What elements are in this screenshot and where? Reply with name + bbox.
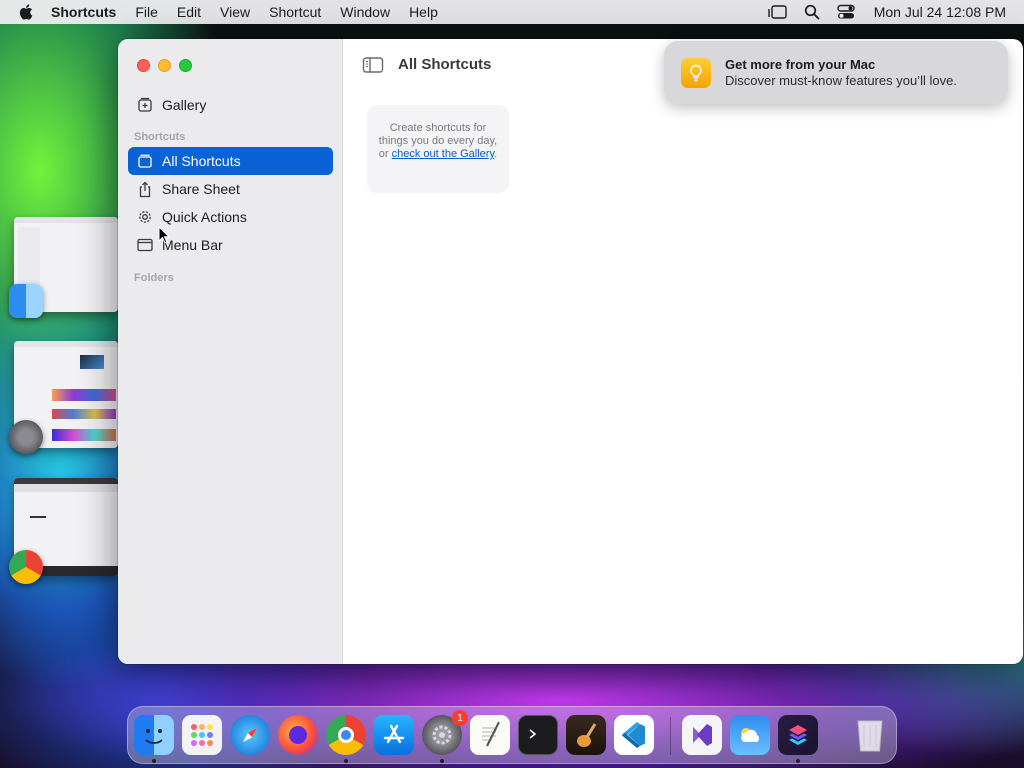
- sidebar-item-label: Gallery: [162, 97, 207, 113]
- trash-dock-icon[interactable]: [850, 715, 890, 755]
- textedit-dock-icon[interactable]: [470, 715, 510, 755]
- menu-shortcut[interactable]: Shortcut: [269, 4, 321, 20]
- sidebar-item-all-shortcuts[interactable]: All Shortcuts: [128, 147, 333, 175]
- apple-logo-icon[interactable]: [18, 3, 36, 21]
- zoom-window-button[interactable]: [179, 59, 192, 72]
- menu-help[interactable]: Help: [409, 4, 438, 20]
- menubar-icon: [136, 236, 154, 254]
- launchpad-dock-icon[interactable]: [182, 715, 222, 755]
- gear-icon: [136, 208, 154, 226]
- gallery-link[interactable]: check out the Gallery: [392, 148, 495, 160]
- sidebar: Gallery Shortcuts All Shortcuts Share Sh…: [118, 39, 343, 664]
- menu-bar-clock[interactable]: Mon Jul 24 12:08 PM: [874, 4, 1006, 20]
- menu-edit[interactable]: Edit: [177, 4, 201, 20]
- notification-title: Get more from your Mac: [725, 57, 876, 72]
- system-settings-stage-icon: [9, 420, 43, 454]
- finder-stage-icon: [9, 284, 43, 318]
- system-settings-dock-icon[interactable]: 1: [422, 710, 468, 755]
- weather-dock-icon[interactable]: [730, 715, 770, 755]
- sidebar-toggle-icon[interactable]: [362, 56, 384, 74]
- sidebar-item-gallery[interactable]: Gallery: [128, 91, 333, 119]
- sidebar-item-label: Share Sheet: [162, 181, 240, 197]
- shortcuts-window: Gallery Shortcuts All Shortcuts Share Sh…: [118, 39, 1023, 664]
- lightbulb-icon: [681, 57, 711, 88]
- mouse-cursor-icon: [158, 226, 170, 244]
- app-store-dock-icon[interactable]: [374, 715, 414, 755]
- menu-view[interactable]: View: [220, 4, 250, 20]
- close-window-button[interactable]: [137, 59, 150, 72]
- finder-dock-icon[interactable]: [134, 715, 174, 755]
- menu-file[interactable]: File: [135, 4, 158, 20]
- empty-state-suffix: .: [494, 148, 498, 160]
- notification-banner[interactable]: Get more from your Mac Discover must-kno…: [664, 41, 1008, 104]
- shortcuts-dock-icon[interactable]: [778, 715, 818, 755]
- garageband-dock-icon[interactable]: [566, 715, 606, 755]
- page-title: All Shortcuts: [398, 56, 492, 73]
- menu-window[interactable]: Window: [340, 4, 390, 20]
- sidebar-item-share-sheet[interactable]: Share Sheet: [128, 175, 333, 203]
- section-header-folders: Folders: [134, 272, 174, 284]
- sidebar-item-label: All Shortcuts: [162, 153, 241, 169]
- dock: 1: [127, 706, 897, 764]
- gallery-icon: [136, 96, 154, 114]
- sidebar-item-label: Menu Bar: [162, 237, 223, 253]
- terminal-dock-icon[interactable]: [518, 715, 558, 755]
- safari-dock-icon[interactable]: [230, 715, 270, 755]
- stack-icon: [136, 152, 154, 170]
- stage-manager-icon[interactable]: [768, 3, 788, 21]
- share-icon: [136, 180, 154, 198]
- vscode-dock-icon[interactable]: [614, 715, 654, 755]
- section-header-shortcuts: Shortcuts: [134, 131, 186, 143]
- notification-badge: 1: [452, 710, 468, 726]
- window-controls: [137, 59, 192, 72]
- dock-separator: [670, 717, 671, 755]
- chrome-dock-icon[interactable]: [326, 715, 366, 755]
- chrome-stage-icon: [9, 550, 43, 584]
- empty-state-card: Create shortcuts for things you do every…: [367, 105, 509, 193]
- notification-body: Discover must-know features you’ll love.: [725, 73, 957, 88]
- menu-bar: Shortcuts File Edit View Shortcut Window…: [0, 0, 1024, 24]
- visual-studio-dock-icon[interactable]: [682, 715, 722, 755]
- menu-app-name[interactable]: Shortcuts: [51, 4, 116, 20]
- sidebar-item-label: Quick Actions: [162, 209, 247, 225]
- control-center-icon[interactable]: [836, 3, 856, 21]
- minimize-window-button[interactable]: [158, 59, 171, 72]
- firefox-dock-icon[interactable]: [278, 715, 318, 755]
- spotlight-search-icon[interactable]: [802, 3, 822, 21]
